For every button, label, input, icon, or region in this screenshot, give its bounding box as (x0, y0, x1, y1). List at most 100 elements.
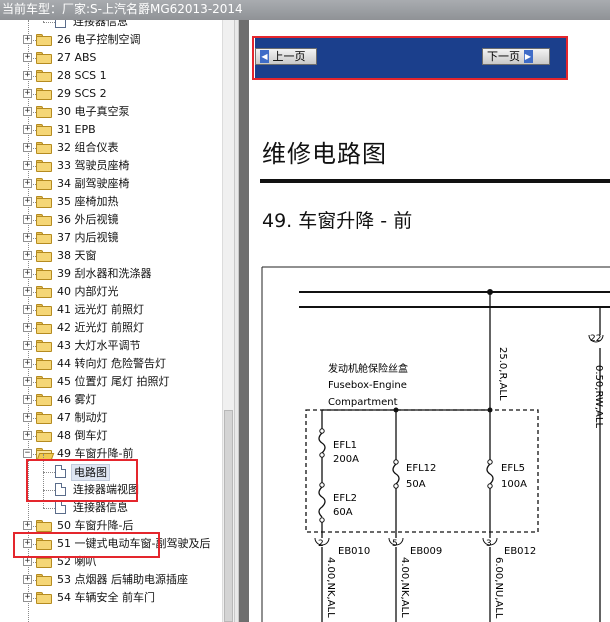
tree-item-7-label: 32 组合仪表 (57, 141, 119, 154)
tree-item-9-label: 34 副驾驶座椅 (57, 177, 130, 190)
folder-icon (36, 52, 52, 64)
expand-icon[interactable]: + (23, 377, 32, 386)
folder-icon (36, 124, 52, 136)
expand-icon[interactable]: + (23, 341, 32, 350)
folder-icon (36, 592, 52, 604)
fuse-efl2-name: EFL2 (333, 493, 357, 504)
folder-icon (36, 178, 52, 190)
tree-item-16-label: 41 远光灯 前照灯 (57, 303, 144, 316)
folder-icon (36, 70, 52, 82)
tree-item-21-label: 46 雾灯 (57, 393, 97, 406)
expand-icon[interactable]: + (23, 179, 32, 188)
folder-icon (36, 214, 52, 226)
expand-icon[interactable]: + (23, 287, 32, 296)
tree-item-18-label: 43 大灯水平调节 (57, 339, 141, 352)
expand-icon[interactable]: + (23, 359, 32, 368)
fusebox-label-en-1: Fusebox-Engine (328, 380, 407, 391)
folder-icon (36, 412, 52, 424)
pin-3-number: 3 (486, 539, 492, 549)
expand-icon[interactable]: + (23, 71, 32, 80)
tree-item-13-label: 38 天窗 (57, 249, 97, 262)
expand-icon[interactable]: + (23, 125, 32, 134)
expand-icon[interactable]: + (23, 35, 32, 44)
window-title: 当前车型：厂家:S-上汽名爵MG62013-2014 (0, 0, 610, 20)
expand-icon[interactable]: + (23, 197, 32, 206)
fuse-efl12-rating: 50A (406, 479, 426, 490)
fuse-efl5 (486, 463, 494, 485)
tree-highlight-box-50 (13, 532, 160, 558)
fuse-efl12-name: EFL12 (406, 463, 436, 474)
title-rule (260, 179, 610, 183)
tree-item-14-label: 39 刮水器和洗涤器 (57, 267, 152, 280)
folder-icon (36, 232, 52, 244)
collapse-icon[interactable]: − (23, 449, 32, 458)
tree-item-11-label: 36 外后视镜 (57, 213, 119, 226)
pin-2-wire: 4.00,NK,ALL (325, 557, 336, 618)
fuse-efl12 (392, 463, 400, 485)
tree-item-31-label: 53 点烟器 后辅助电源插座 (57, 573, 188, 586)
document-icon (55, 20, 66, 28)
tree-item-19-label: 44 转向灯 危险警告灯 (57, 357, 166, 370)
expand-icon[interactable]: + (23, 215, 32, 224)
folder-icon (36, 394, 52, 406)
tree-item-15-label: 40 内部灯光 (57, 285, 119, 298)
fuse-efl5-name: EFL5 (501, 463, 525, 474)
pin-5-connector: EB009 (410, 546, 442, 557)
nav-highlight-box (252, 36, 568, 80)
fuse-efl5-rating: 100A (501, 479, 527, 490)
expand-icon[interactable]: + (23, 161, 32, 170)
folder-icon (36, 34, 52, 46)
page-title: 维修电路图 (262, 140, 387, 168)
pin-3-wire: 6.00,NU,ALL (493, 557, 504, 619)
fuse-efl1 (318, 432, 326, 454)
folder-icon (36, 250, 52, 262)
wire-label-main: 25.0,R,ALL (497, 347, 508, 401)
folder-icon (36, 286, 52, 298)
document-icon (55, 501, 66, 514)
tree-item-8-label: 33 驾驶员座椅 (57, 159, 130, 172)
expand-icon[interactable]: + (23, 593, 32, 602)
expand-icon[interactable]: + (23, 431, 32, 440)
folder-icon (36, 268, 52, 280)
expand-icon[interactable]: + (23, 521, 32, 530)
tree-item-2-label: 27 ABS (57, 51, 97, 64)
expand-icon[interactable]: + (23, 557, 32, 566)
tree-item-23-label: 48 倒车灯 (57, 429, 108, 442)
fuse-efl2-rating: 60A (333, 507, 353, 518)
expand-icon[interactable]: + (23, 269, 32, 278)
expand-icon[interactable]: + (23, 413, 32, 422)
section-title: 49. 车窗升降 - 前 (262, 210, 413, 232)
expand-icon[interactable]: + (23, 233, 32, 242)
folder-icon (36, 574, 52, 586)
expand-icon[interactable]: + (23, 143, 32, 152)
expand-icon[interactable]: + (23, 251, 32, 260)
expand-icon[interactable]: + (23, 89, 32, 98)
document-viewer-edge (239, 20, 249, 622)
fuse-efl2 (318, 486, 326, 518)
tree-scrollbar-thumb[interactable] (224, 410, 233, 622)
expand-icon[interactable]: + (23, 305, 32, 314)
folder-icon (36, 430, 52, 442)
tree-item-12-label: 37 内后视镜 (57, 231, 119, 244)
folder-icon (36, 304, 52, 316)
tree-item-3-label: 28 SCS 1 (57, 69, 107, 82)
tree-highlight-box-49 (26, 459, 138, 502)
expand-icon[interactable]: + (23, 575, 32, 584)
tree-scrollbar[interactable] (222, 20, 234, 622)
tree-item-20-label: 45 位置灯 尾灯 拍照灯 (57, 375, 170, 388)
folder-icon (36, 142, 52, 154)
expand-icon[interactable]: + (23, 107, 32, 116)
expand-icon[interactable]: + (23, 53, 32, 62)
folder-icon (36, 376, 52, 388)
expand-icon[interactable]: + (23, 323, 32, 332)
pin-5-wire: 4.00,NK,ALL (399, 557, 410, 618)
folder-icon (36, 160, 52, 172)
folder-icon (36, 106, 52, 118)
fusebox-label-cn: 发动机舱保险丝盒 (328, 362, 408, 375)
tree-item-1-label: 26 电子控制空调 (57, 33, 141, 46)
pin-5-number: 5 (392, 539, 398, 549)
tree-item-17-label: 42 近光灯 前照灯 (57, 321, 144, 334)
fusebox-label-en-2: Compartment (328, 397, 398, 408)
folder-icon (36, 520, 52, 532)
expand-icon[interactable]: + (23, 395, 32, 404)
